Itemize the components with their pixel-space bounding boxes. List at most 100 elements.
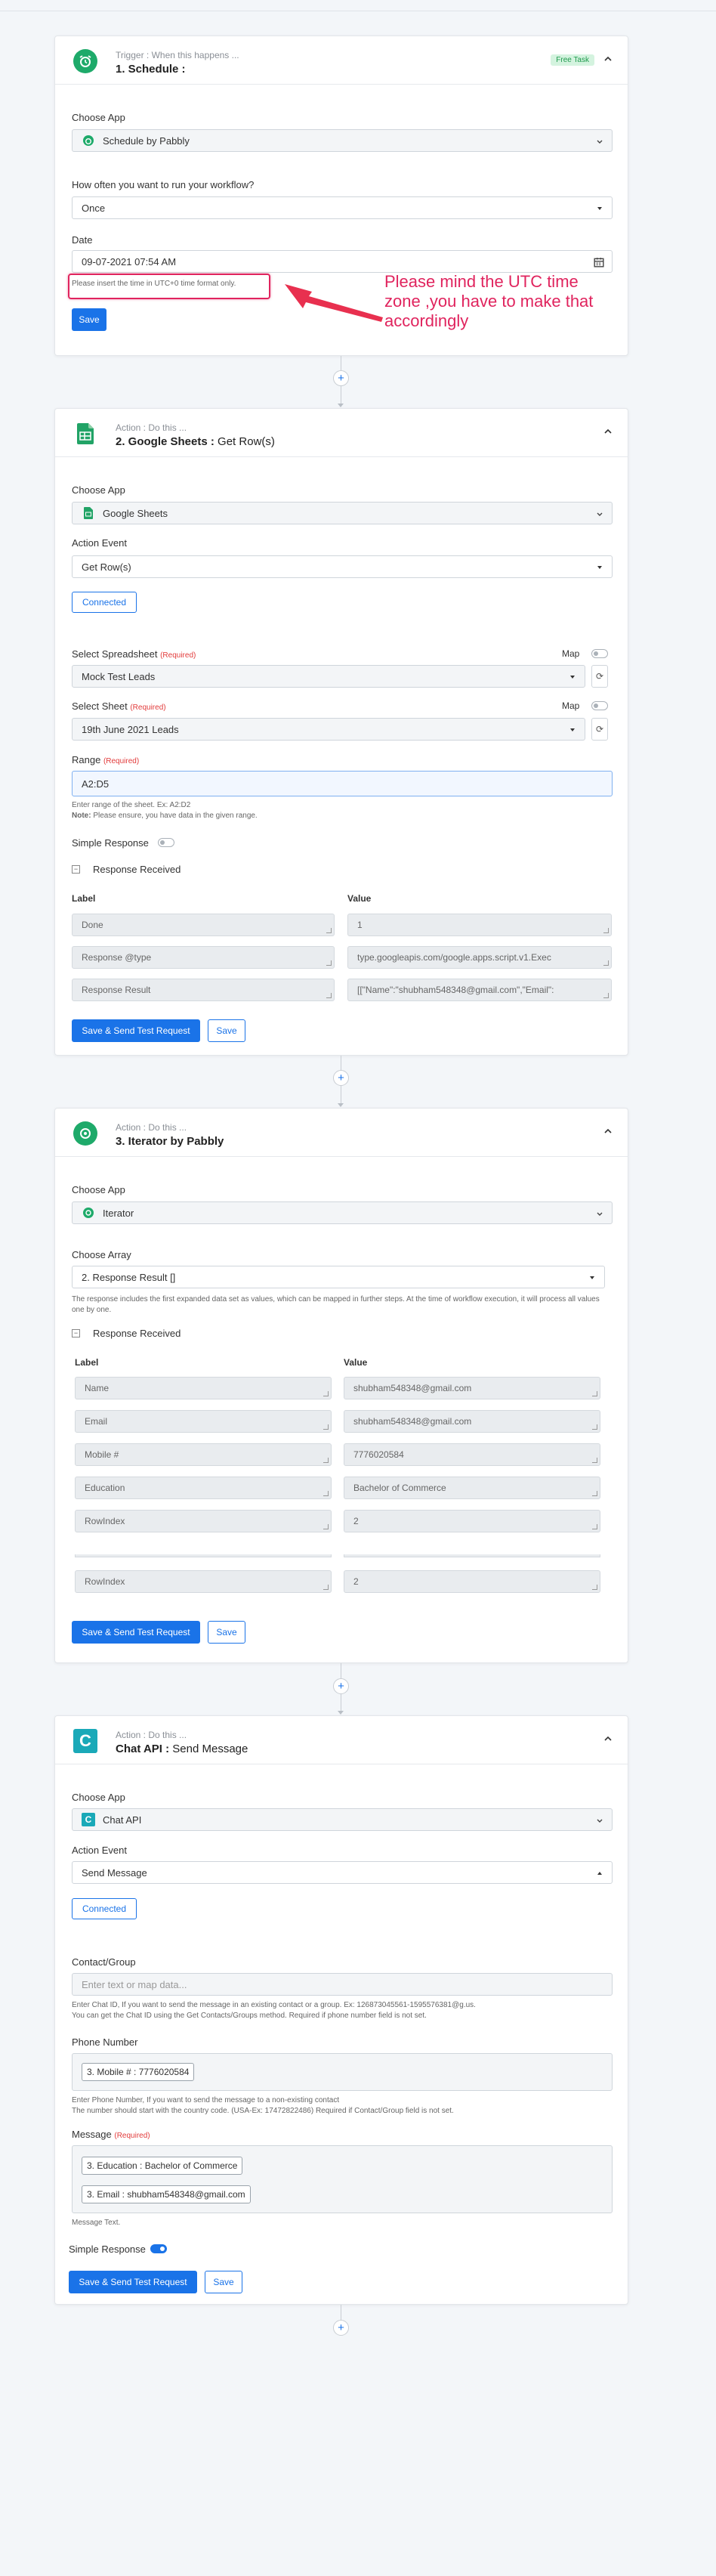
- contact-group-input[interactable]: Enter text or map data...: [72, 1973, 613, 1996]
- add-step-button[interactable]: +: [333, 2320, 349, 2336]
- choose-app-select[interactable]: Iterator: [72, 1201, 613, 1224]
- step-4-chat-api-card: C Action : Do this ... Chat API : Send M…: [54, 1715, 628, 2305]
- iterator-icon: [82, 1206, 95, 1220]
- range-note: Note: Please ensure, you have data in th…: [72, 811, 258, 821]
- choose-app-select[interactable]: Schedule by Pabbly: [72, 129, 613, 152]
- response-value-field[interactable]: type.googleapis.com/google.apps.script.v…: [347, 946, 612, 969]
- step-header[interactable]: Trigger : When this happens ... 1. Sched…: [55, 36, 628, 85]
- chevron-down-icon: [597, 1819, 603, 1823]
- response-value-field[interactable]: 2: [344, 1570, 600, 1593]
- collapse-icon[interactable]: −: [72, 1329, 80, 1337]
- sheet-label: Select Sheet (Required): [72, 700, 166, 712]
- refresh-icon[interactable]: ⟳: [591, 665, 608, 688]
- response-value-field[interactable]: 2: [344, 1510, 600, 1532]
- chevron-up-icon[interactable]: [603, 427, 613, 436]
- action-event-select[interactable]: Send Message: [72, 1861, 613, 1884]
- map-label: Map: [562, 700, 580, 711]
- connected-button[interactable]: Connected: [72, 1898, 137, 1919]
- action-event-value: Get Row(s): [82, 561, 131, 573]
- save-and-send-test-button[interactable]: Save & Send Test Request: [69, 2271, 197, 2293]
- choose-app-select[interactable]: Google Sheets: [72, 502, 613, 524]
- date-value: 09-07-2021 07:54 AM: [82, 255, 177, 267]
- save-and-send-test-button[interactable]: Save & Send Test Request: [72, 1019, 200, 1042]
- add-step-button[interactable]: +: [333, 370, 349, 386]
- response-value-field[interactable]: shubham548348@gmail.com: [344, 1377, 600, 1399]
- contact-placeholder: Enter text or map data...: [82, 1978, 187, 1990]
- step-header[interactable]: C Action : Do this ... Chat API : Send M…: [55, 1716, 628, 1764]
- collapse-icon[interactable]: −: [72, 865, 80, 874]
- map-toggle[interactable]: [591, 701, 608, 710]
- connector-arrow-icon: [338, 404, 344, 407]
- chevron-up-icon[interactable]: [603, 1127, 613, 1136]
- response-value-field[interactable]: Bachelor of Commerce: [344, 1477, 600, 1499]
- message-input[interactable]: 3. Education : Bachelor of Commerce 3. E…: [72, 2145, 613, 2213]
- phone-number-input[interactable]: 3. Mobile # : 7776020584: [72, 2053, 613, 2091]
- caret-down-icon: [597, 566, 602, 569]
- choose-app-label: Choose App: [72, 484, 125, 496]
- save-button[interactable]: Save: [72, 308, 106, 331]
- response-label-field: Mobile #: [75, 1443, 332, 1466]
- add-step-button[interactable]: +: [333, 1678, 349, 1694]
- chevron-up-icon[interactable]: [603, 54, 613, 63]
- save-button[interactable]: Save: [208, 1019, 245, 1042]
- range-input[interactable]: A2:D5: [72, 771, 613, 796]
- response-value-field[interactable]: 1: [347, 914, 612, 936]
- range-hint: Enter range of the sheet. Ex: A2:D2: [72, 801, 191, 809]
- map-toggle[interactable]: [591, 649, 608, 658]
- save-and-send-test-button[interactable]: Save & Send Test Request: [72, 1621, 200, 1644]
- response-label-field: Email: [75, 1410, 332, 1433]
- alarm-clock-icon: [73, 49, 97, 73]
- response-value-field[interactable]: shubham548348@gmail.com: [344, 1410, 600, 1433]
- mapped-field-token[interactable]: 3. Email : shubham548348@gmail.com: [82, 2185, 251, 2203]
- app-name: Schedule by Pabbly: [103, 135, 190, 147]
- response-value-field[interactable]: [["Name":"shubham548348@gmail.com","Emai…: [347, 979, 612, 1001]
- array-hint: The response includes the first expanded…: [72, 1295, 600, 1314]
- caret-down-icon: [590, 1276, 594, 1279]
- chat-api-icon: C: [82, 1813, 95, 1826]
- action-event-select[interactable]: Get Row(s): [72, 555, 613, 578]
- simple-response-toggle[interactable]: [150, 2244, 167, 2253]
- utc-hint: Please insert the time in UTC+0 time for…: [72, 280, 236, 288]
- app-name: Chat API: [103, 1814, 142, 1826]
- date-input[interactable]: 09-07-2021 07:54 AM: [72, 250, 613, 273]
- chevron-up-icon[interactable]: [603, 1734, 613, 1743]
- step-subtitle: Trigger : When this happens ...: [116, 50, 239, 60]
- save-button[interactable]: Save: [208, 1621, 245, 1644]
- response-value-field[interactable]: 7776020584: [344, 1443, 600, 1466]
- choose-app-label: Choose App: [72, 1792, 125, 1803]
- utc-annotation: Please mind the UTC time zone ,you have …: [384, 272, 594, 330]
- choose-app-select[interactable]: C Chat API: [72, 1808, 613, 1831]
- chevron-down-icon: [597, 512, 603, 516]
- choose-array-select[interactable]: 2. Response Result []: [72, 1266, 605, 1288]
- step-title-bold: 2. Google Sheets :: [116, 435, 214, 448]
- simple-response-toggle[interactable]: [158, 838, 174, 847]
- step-header[interactable]: Action : Do this ... 3. Iterator by Pabb…: [55, 1109, 628, 1157]
- required-tag: (Required): [160, 651, 196, 660]
- google-sheets-icon: [82, 506, 95, 520]
- step-1-schedule-card: Trigger : When this happens ... 1. Sched…: [54, 36, 628, 356]
- chat-api-icon: C: [73, 1729, 97, 1753]
- calendar-icon[interactable]: [594, 257, 604, 267]
- value-column-header: Value: [344, 1357, 368, 1368]
- step-title: 1. Schedule :: [116, 63, 186, 76]
- caret-down-icon: [570, 728, 575, 731]
- contact-hint-2: You can get the Chat ID using the Get Co…: [72, 2012, 427, 2020]
- mapped-field-token[interactable]: 3. Mobile # : 7776020584: [82, 2063, 195, 2081]
- action-event-label: Action Event: [72, 537, 127, 549]
- sheet-value: 19th June 2021 Leads: [82, 723, 179, 735]
- save-button[interactable]: Save: [205, 2271, 242, 2293]
- date-label: Date: [72, 234, 93, 246]
- step-2-google-sheets-card: Action : Do this ... 2. Google Sheets : …: [54, 408, 628, 1056]
- phone-hint: Enter Phone Number, If you want to send …: [72, 2096, 340, 2104]
- phone-hint-2: The number should start with the country…: [72, 2107, 454, 2115]
- connected-button[interactable]: Connected: [72, 592, 137, 613]
- step-header[interactable]: Action : Do this ... 2. Google Sheets : …: [55, 409, 628, 457]
- mapped-field-token[interactable]: 3. Education : Bachelor of Commerce: [82, 2157, 243, 2175]
- contact-hint: Enter Chat ID, If you want to send the m…: [72, 2001, 476, 2009]
- spreadsheet-select[interactable]: Mock Test Leads: [72, 665, 585, 688]
- add-step-button[interactable]: +: [333, 1070, 349, 1086]
- sheet-select[interactable]: 19th June 2021 Leads: [72, 718, 585, 741]
- frequency-select[interactable]: Once: [72, 196, 613, 219]
- step-title-bold: Chat API :: [116, 1743, 170, 1755]
- refresh-icon[interactable]: ⟳: [591, 718, 608, 741]
